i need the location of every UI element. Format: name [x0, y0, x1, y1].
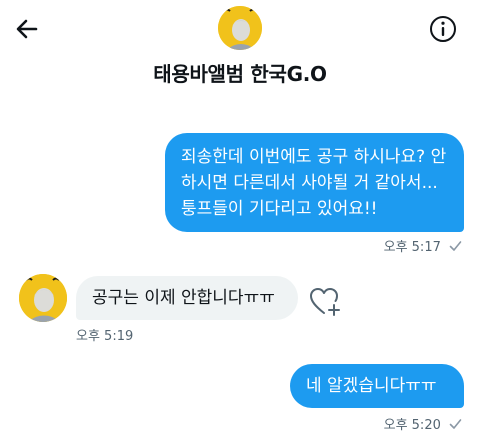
sender-avatar[interactable] [19, 274, 67, 322]
message-meta: 오후 5:19 [76, 325, 133, 344]
message-meta: 오후 5:17 [384, 236, 462, 255]
message-bubble-outgoing[interactable]: 죄송한데 이번에도 공구 하시나요? 안하시면 다른데서 사야될 거 같아서..… [165, 133, 464, 232]
info-circle-icon [430, 16, 456, 42]
avatar-image [19, 274, 67, 322]
message-bubble-outgoing[interactable]: 네 알겠습니다ㅠㅠ [290, 364, 464, 408]
message-time: 오후 5:20 [383, 418, 441, 433]
message-time: 오후 5:17 [383, 240, 441, 255]
dm-conversation-screen: 태용바앨범 한국G.O 죄송한데 이번에도 공구 하시나요? 안하시면 다른데서… [0, 0, 480, 443]
avatar-image [218, 6, 262, 50]
back-button[interactable] [12, 14, 42, 44]
sent-check-icon [449, 419, 462, 429]
conversation-title[interactable]: 태용바앨범 한국G.O [0, 58, 480, 87]
message-meta: 오후 5:20 [384, 414, 462, 433]
heart-plus-icon [310, 288, 340, 316]
message-time: 오후 5:19 [76, 329, 134, 344]
conversation-info-button[interactable] [428, 14, 458, 44]
header-avatar[interactable] [218, 6, 262, 50]
arrow-left-icon [16, 19, 38, 39]
sent-check-icon [449, 241, 462, 251]
message-bubble-incoming[interactable]: 공구는 이제 안합니다ㅠㅠ [76, 276, 298, 320]
add-reaction-button[interactable] [309, 286, 343, 318]
